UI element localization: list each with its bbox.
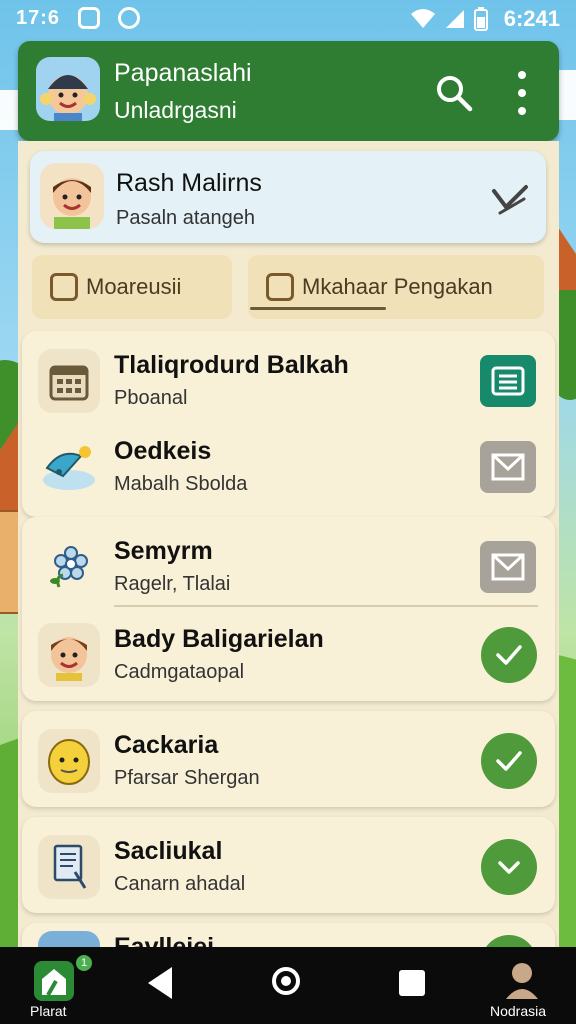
home-button[interactable] (272, 967, 300, 995)
list-action-button[interactable] (481, 733, 537, 789)
list-action-button[interactable] (480, 441, 536, 493)
profile-nav-button[interactable] (504, 961, 540, 999)
user-icon (506, 963, 538, 999)
list-item-subtitle: Pfarsar Shergan (114, 767, 260, 789)
list-action-button[interactable] (480, 541, 536, 593)
profile-expand-button[interactable] (490, 179, 530, 219)
app-bar: Papanaslahi Unladrgasni (18, 41, 559, 141)
list-item[interactable]: Semyrm Ragelr, Tlalai (22, 517, 555, 617)
list-item-subtitle: Mabalh Sbolda (114, 473, 248, 495)
mail-icon (491, 453, 525, 481)
tab-indicator (250, 307, 386, 310)
list-card: Cackaria Pfarsar Shergan (22, 711, 555, 807)
main-panel: Rash Malirns Pasaln atangeh Moareusii Mk… (18, 141, 559, 963)
chevron-check-icon (492, 185, 528, 215)
list-item[interactable]: Tlaliqrodurd Balkah Pboanal (22, 331, 555, 431)
tab-label: Moareusii (86, 274, 182, 299)
app-avatar[interactable] (36, 57, 100, 121)
list-item-title: Semyrm (114, 537, 213, 565)
location-icon (78, 7, 100, 29)
nav-profile-label: Nodrasia (490, 1003, 547, 1019)
list-action-button[interactable] (481, 839, 537, 895)
more-options-button[interactable] (512, 71, 532, 115)
bear-icon (118, 7, 140, 29)
list-card: Sacliukal Canarn ahadal (22, 817, 555, 913)
more-dot-icon (518, 71, 526, 79)
profile-name: Rash Malirns (116, 169, 262, 197)
tab-label: Mkahaar Pengakan (302, 274, 493, 299)
smiley-icon (38, 729, 100, 793)
mail-icon (491, 553, 525, 581)
search-button[interactable] (434, 73, 474, 113)
nav-app-label: Plarat (30, 1003, 67, 1019)
more-dot-icon (518, 89, 526, 97)
list-item-subtitle: Ragelr, Tlalai (114, 573, 231, 595)
cartoon-avatar-icon (40, 75, 96, 121)
list-item-title: Cackaria (114, 731, 219, 759)
list-action-button[interactable] (480, 355, 536, 407)
document-icon (38, 835, 100, 899)
clipboard-icon (50, 273, 78, 301)
list-item[interactable]: Bady Baligarielan Cadmgataopal (22, 605, 555, 705)
status-right: 6:241 (410, 6, 560, 32)
list-item[interactable]: Oedkeis Mabalh Sbolda (22, 417, 555, 517)
battery-icon (473, 7, 488, 31)
app-title: Papanaslahi (114, 59, 252, 87)
list-item-subtitle: Pboanal (114, 387, 188, 409)
status-bar: 17:6 6:241 (0, 0, 576, 38)
tab-first[interactable]: Moareusii (32, 255, 232, 319)
boy-avatar-icon (53, 178, 91, 229)
status-clock: 6:241 (503, 6, 560, 31)
satellite-icon (38, 435, 100, 499)
list-item-title: Tlaliqrodurd Balkah (114, 351, 349, 379)
more-dot-icon (518, 107, 526, 115)
flower-icon (38, 535, 100, 599)
wifi-icon (410, 9, 435, 28)
calendar-icon (38, 349, 100, 413)
check-down-icon (498, 861, 520, 874)
navigation-bar: 1 Plarat Nodrasia (0, 947, 576, 1024)
list-action-button[interactable] (481, 627, 537, 683)
list-item-title: Oedkeis (114, 437, 212, 465)
list-item[interactable]: Cackaria Pfarsar Shergan (22, 711, 555, 811)
person-icon (38, 623, 100, 687)
profile-subtitle: Pasaln atangeh (116, 207, 256, 229)
signal-icon (445, 10, 464, 28)
list-item-subtitle: Canarn ahadal (114, 873, 246, 895)
list-item-subtitle: Cadmgataopal (114, 661, 245, 683)
recents-button[interactable] (399, 970, 425, 996)
profile-avatar (40, 163, 104, 229)
check-icon (496, 751, 522, 771)
list-card: Tlaliqrodurd Balkah Pboanal Oedkeis Maba… (22, 331, 555, 517)
back-button[interactable] (148, 967, 172, 999)
search-icon (437, 76, 473, 112)
list-item[interactable]: Sacliukal Canarn ahadal (22, 817, 555, 917)
list-item-title: Bady Baligarielan (114, 625, 324, 653)
list-item-title: Sacliukal (114, 837, 223, 865)
image-icon (266, 273, 294, 301)
list-icon (491, 366, 525, 396)
status-time: 17:6 (16, 7, 61, 29)
app-subtitle: Unladrgasni (114, 97, 237, 123)
check-icon (496, 645, 522, 665)
list-card: Semyrm Ragelr, Tlalai Bady Baligarielan … (22, 517, 555, 701)
home-app-button[interactable] (34, 961, 74, 1001)
notification-badge: 1 (76, 955, 92, 971)
profile-card[interactable]: Rash Malirns Pasaln atangeh (30, 151, 546, 243)
house-app-icon (42, 969, 66, 996)
